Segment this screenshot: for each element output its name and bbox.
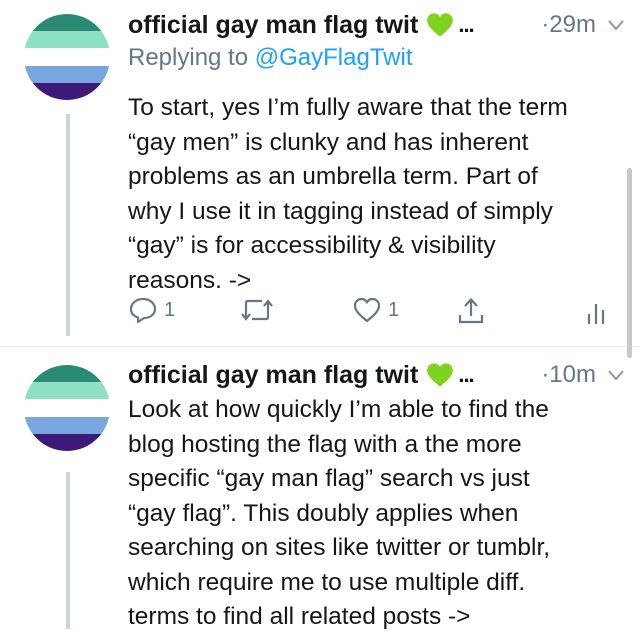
analytics-button[interactable] — [586, 296, 608, 326]
like-count: 1 — [388, 298, 400, 321]
like-button[interactable]: 1 — [352, 296, 399, 324]
timestamp[interactable]: ·10m — [541, 361, 596, 389]
reply-count: 1 — [164, 298, 176, 321]
replying-handle-link[interactable]: @GayFlagTwit — [255, 44, 413, 71]
reply-button[interactable]: 1 — [128, 296, 175, 324]
share-button[interactable] — [456, 296, 486, 326]
replying-to: Replying to @GayFlagTwit — [128, 44, 412, 72]
tweet-text: Look at how quickly I’m able to find the… — [128, 396, 551, 630]
chevron-down-icon[interactable] — [608, 369, 624, 381]
reply-icon — [129, 297, 157, 324]
analytics-icon — [587, 304, 605, 324]
green-heart-icon — [427, 13, 454, 37]
name-truncation: ... — [458, 362, 474, 387]
heart-outline-icon — [353, 297, 381, 323]
tweet-actions: 1 1 — [128, 296, 618, 330]
thread-connector-line — [66, 472, 70, 629]
name-truncation: ... — [458, 12, 474, 37]
retweet-icon — [241, 299, 273, 321]
avatar[interactable] — [24, 14, 110, 100]
scrollbar[interactable] — [627, 168, 632, 358]
green-heart-icon — [427, 363, 454, 387]
chevron-down-icon[interactable] — [608, 19, 624, 31]
replying-prefix: Replying to — [128, 44, 249, 71]
tweet-divider — [0, 346, 640, 347]
timestamp[interactable]: ·29m — [541, 11, 596, 39]
tweet-text: To start, yes I’m fully aware that the t… — [128, 94, 568, 294]
avatar[interactable] — [24, 365, 110, 451]
display-name[interactable]: official gay man flag twit — [128, 11, 418, 40]
retweet-button[interactable] — [240, 296, 280, 324]
display-name[interactable]: official gay man flag twit — [128, 361, 418, 390]
share-icon — [458, 297, 484, 324]
thread-connector-line — [66, 114, 70, 336]
